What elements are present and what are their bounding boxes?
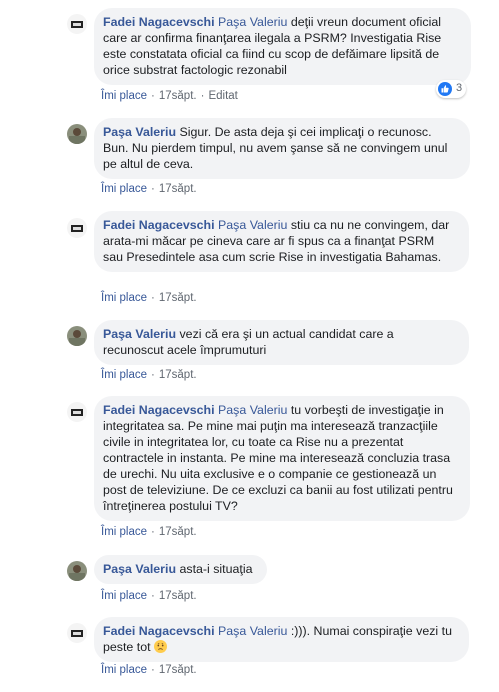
like-link[interactable]: Îmi place [101, 90, 147, 102]
comment-meta: Îmi place · 17săpt. [101, 369, 197, 381]
comment-bubble: Fadei Nagacevschi Paşa Valeriu :))). Num… [94, 617, 469, 662]
comment-bubble: Paşa Valeriu vezi că era şi un actual ca… [94, 320, 469, 365]
like-link[interactable]: Îmi place [101, 292, 147, 304]
comment-meta: Îmi place · 17săpt. [101, 183, 197, 195]
avatar-fadei-icon[interactable] [67, 402, 87, 422]
comment-meta: Îmi place · 17săpt. [101, 526, 197, 538]
comment-mention[interactable]: Paşa Valeriu [218, 15, 287, 29]
comment-text: asta-i situaţia [179, 562, 253, 576]
comment-meta: Îmi place · 17săpt. · Editat [101, 90, 238, 102]
comment-author[interactable]: Paşa Valeriu [103, 562, 176, 576]
like-link[interactable]: Îmi place [101, 526, 147, 538]
edited-label[interactable]: Editat [208, 90, 237, 102]
comment-mention[interactable]: Paşa Valeriu [218, 403, 287, 417]
timestamp[interactable]: 17săpt. [159, 526, 197, 538]
comment-author[interactable]: Paşa Valeriu [103, 327, 176, 341]
comment-text: tu vorbeşti de investigaţie in integrita… [103, 403, 453, 513]
comment-meta: Îmi place · 17săpt. [101, 664, 197, 676]
avatar-fadei-icon[interactable] [67, 218, 87, 238]
timestamp[interactable]: 17săpt. [159, 183, 197, 195]
comment-author[interactable]: Fadei Nagacevschi [103, 403, 215, 417]
comment-bubble: Paşa Valeriu Sigur. De asta deja şi cei … [94, 118, 470, 179]
comment-bubble: Fadei Nagacevschi Paşa Valeriu stiu ca n… [94, 211, 469, 272]
avatar-pasa-icon[interactable] [67, 124, 87, 144]
reaction-number: 3 [456, 82, 463, 94]
timestamp[interactable]: 17săpt. [159, 590, 197, 602]
timestamp[interactable]: 17săpt. [159, 292, 197, 304]
comment-author[interactable]: Fadei Nagacevschi [103, 15, 215, 29]
comment-meta: Îmi place · 17săpt. [101, 590, 197, 602]
like-link[interactable]: Îmi place [101, 590, 147, 602]
comment-bubble: Fadei Nagacevschi Paşa Valeriu deţii vre… [94, 8, 471, 85]
comment-mention[interactable]: Paşa Valeriu [218, 218, 287, 232]
like-link[interactable]: Îmi place [101, 664, 147, 676]
avatar-pasa-icon[interactable] [67, 326, 87, 346]
timestamp[interactable]: 17săpt. [159, 369, 197, 381]
comment-mention[interactable]: Paşa Valeriu [218, 624, 287, 638]
thumbs-up-icon [438, 82, 452, 96]
avatar-fadei-icon[interactable] [67, 623, 87, 643]
like-link[interactable]: Îmi place [101, 183, 147, 195]
comment-bubble: Paşa Valeriu asta-i situaţia [94, 555, 267, 584]
timestamp[interactable]: 17săpt. [159, 664, 197, 676]
comment-author[interactable]: Fadei Nagacevschi [103, 218, 215, 232]
comment-bubble: Fadei Nagacevschi Paşa Valeriu tu vorbeş… [94, 396, 470, 521]
like-link[interactable]: Îmi place [101, 369, 147, 381]
disappointed-face-icon [153, 640, 167, 653]
avatar-pasa-icon[interactable] [67, 561, 87, 581]
avatar-fadei-icon[interactable] [67, 14, 87, 34]
comment-meta: Îmi place · 17săpt. [101, 292, 197, 304]
reaction-count[interactable]: 3 [436, 80, 466, 98]
timestamp[interactable]: 17săpt. [159, 90, 197, 102]
comment-author[interactable]: Paşa Valeriu [103, 125, 176, 139]
comment-author[interactable]: Fadei Nagacevschi [103, 624, 215, 638]
